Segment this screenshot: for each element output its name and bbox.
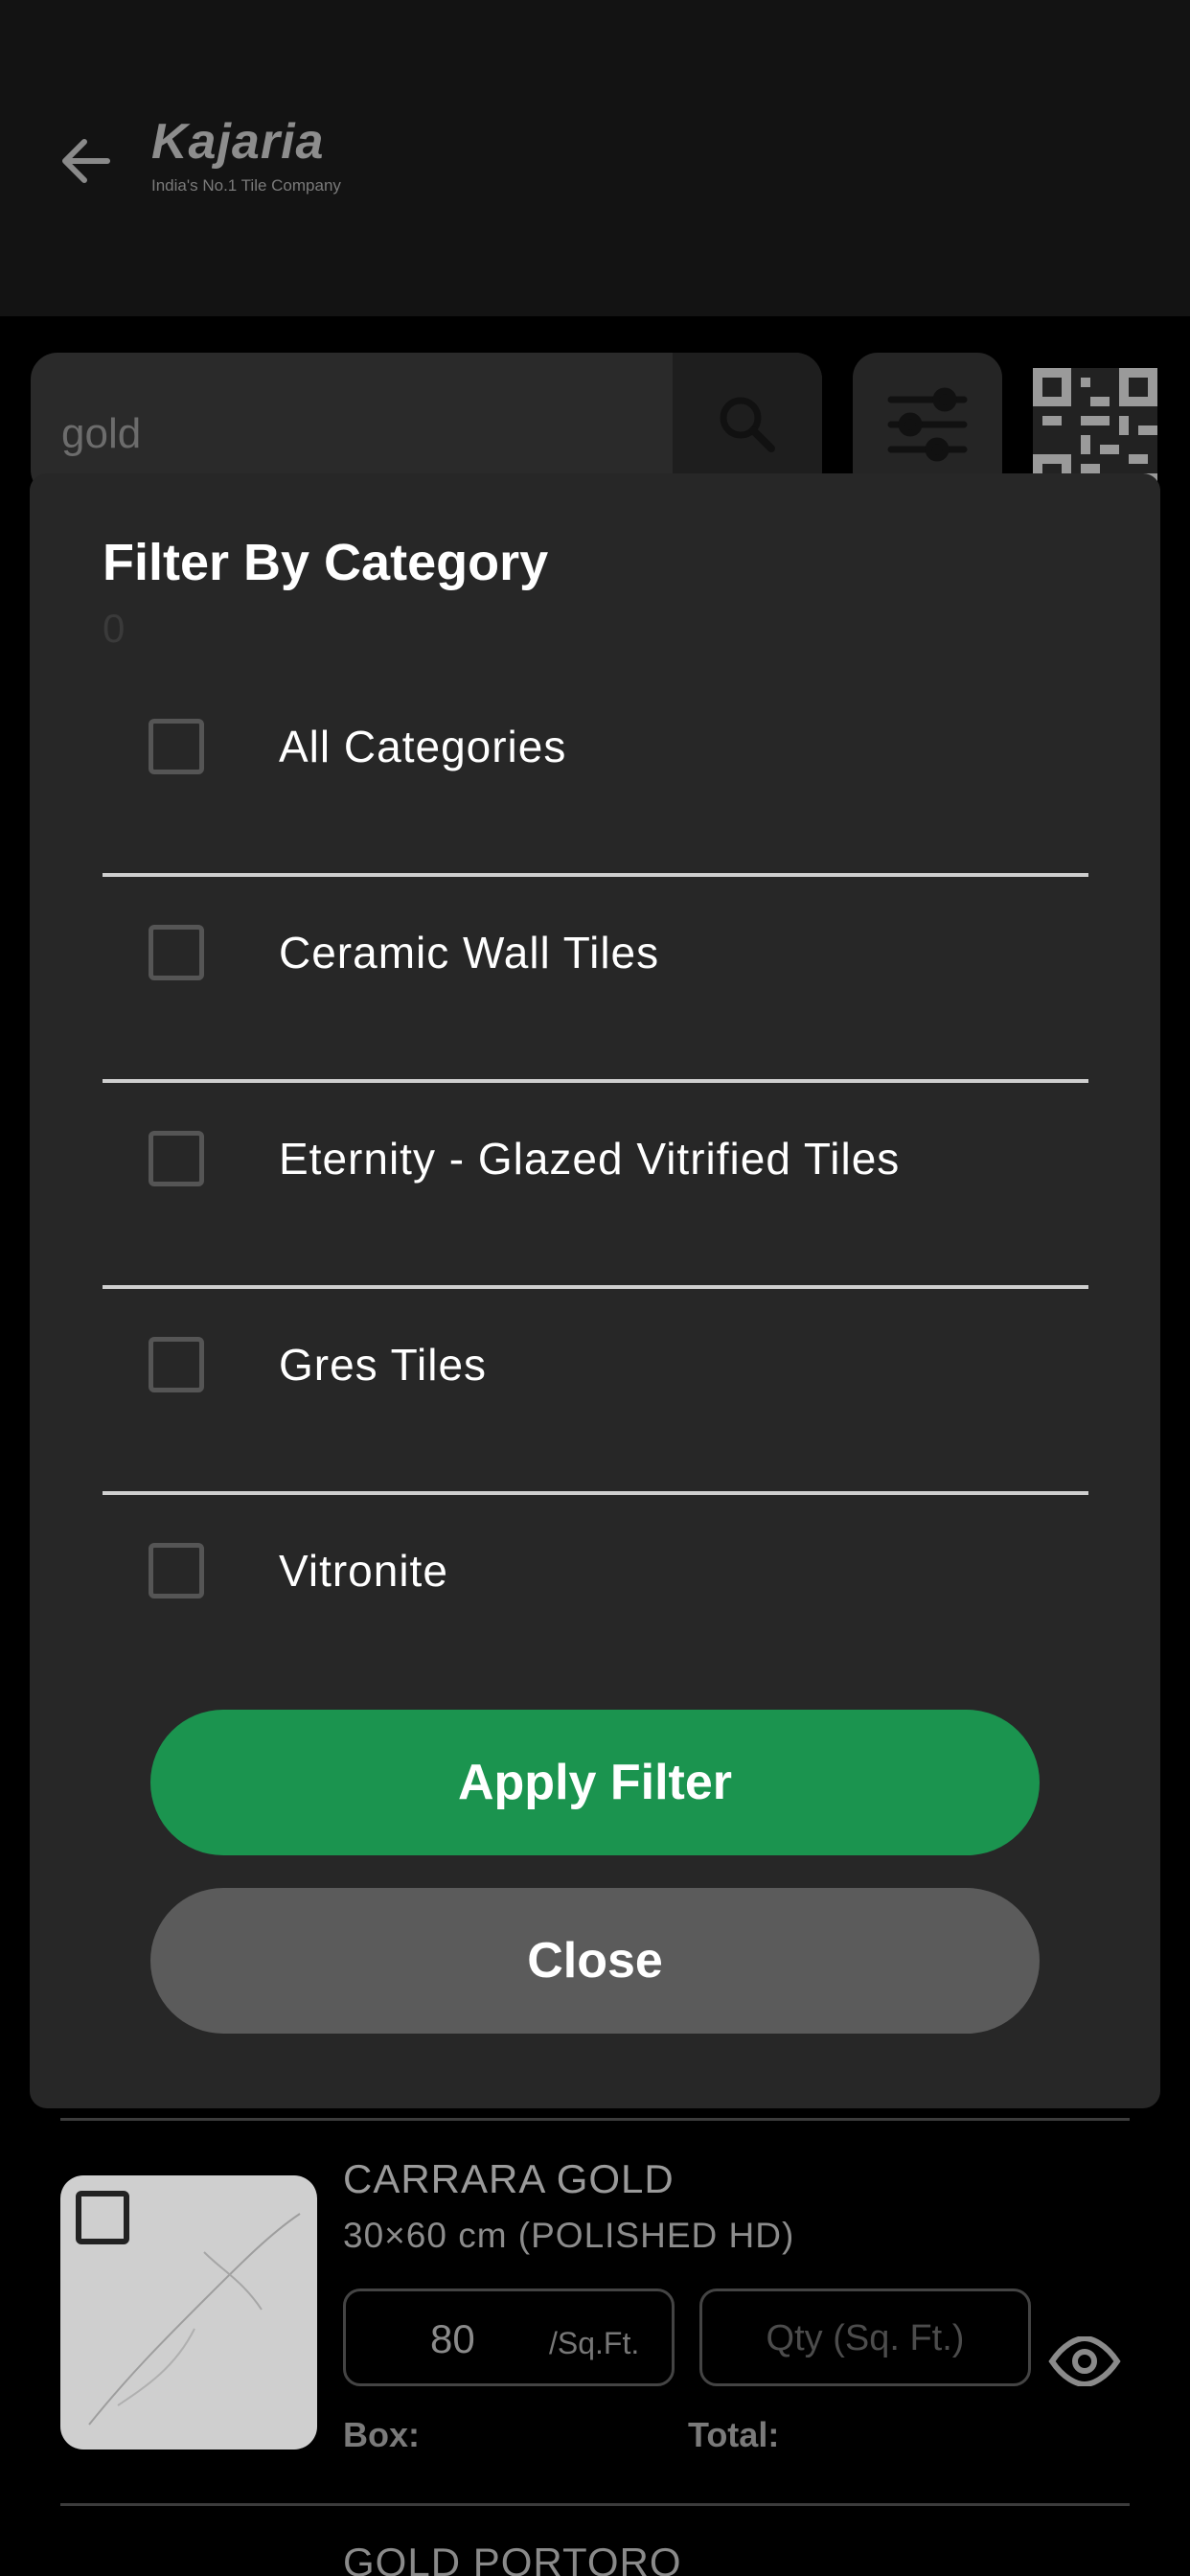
category-label: Ceramic Wall Tiles xyxy=(279,928,660,978)
back-arrow-icon[interactable] xyxy=(56,130,117,192)
category-checkbox[interactable] xyxy=(149,1543,204,1598)
close-button[interactable]: Close xyxy=(150,1888,1040,2034)
category-label: Vitronite xyxy=(279,1546,448,1596)
price-value: 80 xyxy=(430,2316,475,2361)
product-image[interactable] xyxy=(60,2175,317,2450)
eye-icon[interactable] xyxy=(1048,2334,1121,2391)
category-label: All Categories xyxy=(279,722,567,771)
category-item-all[interactable]: All Categories xyxy=(103,671,1088,877)
logo-name: Kajaria xyxy=(151,114,325,170)
kajaria-logo: Kajaria India's No.1 Tile Company xyxy=(151,113,341,196)
filter-modal: Filter By Category 0 All Categories Cera… xyxy=(30,473,1160,2108)
sliders-icon xyxy=(887,387,968,462)
product-name: GOLD PORTORO xyxy=(343,2540,682,2576)
search-icon xyxy=(720,397,775,452)
price-field: 80 /Sq.Ft. xyxy=(343,2288,675,2386)
quantity-input[interactable]: Qty (Sq. Ft.) xyxy=(699,2288,1031,2386)
list-divider xyxy=(60,2118,1130,2121)
category-item-vitronite[interactable]: Vitronite xyxy=(103,1495,1088,1701)
category-label: Gres Tiles xyxy=(279,1340,488,1390)
logo-tagline: India's No.1 Tile Company xyxy=(151,176,341,195)
total-label: Total: xyxy=(688,2415,780,2454)
category-checkbox[interactable] xyxy=(149,719,204,774)
category-checkbox[interactable] xyxy=(149,1337,204,1392)
category-checkbox[interactable] xyxy=(149,1131,204,1186)
category-item-gres-tiles[interactable]: Gres Tiles xyxy=(103,1289,1088,1495)
list-divider xyxy=(60,2503,1130,2506)
product-size: 30×60 cm (POLISHED HD) xyxy=(343,2216,795,2255)
modal-title: Filter By Category xyxy=(103,534,549,591)
category-item-ceramic-wall-tiles[interactable]: Ceramic Wall Tiles xyxy=(103,877,1088,1083)
search-input-value: gold xyxy=(61,410,142,457)
apply-filter-button[interactable]: Apply Filter xyxy=(150,1710,1040,1855)
product-select-checkbox[interactable] xyxy=(76,2191,129,2244)
category-checkbox[interactable] xyxy=(149,925,204,980)
quantity-placeholder: Qty (Sq. Ft.) xyxy=(766,2318,965,2358)
price-unit: /Sq.Ft. xyxy=(549,2326,640,2360)
category-label: Eternity - Glazed Vitrified Tiles xyxy=(279,1134,901,1184)
box-label: Box: xyxy=(343,2415,420,2454)
selected-count: 0 xyxy=(103,606,126,651)
category-list: All Categories Ceramic Wall Tiles Eterni… xyxy=(103,671,1088,1701)
product-name: CARRARA GOLD xyxy=(343,2156,675,2201)
category-item-eternity[interactable]: Eternity - Glazed Vitrified Tiles xyxy=(103,1083,1088,1289)
app-header: Kajaria India's No.1 Tile Company xyxy=(0,0,1190,316)
